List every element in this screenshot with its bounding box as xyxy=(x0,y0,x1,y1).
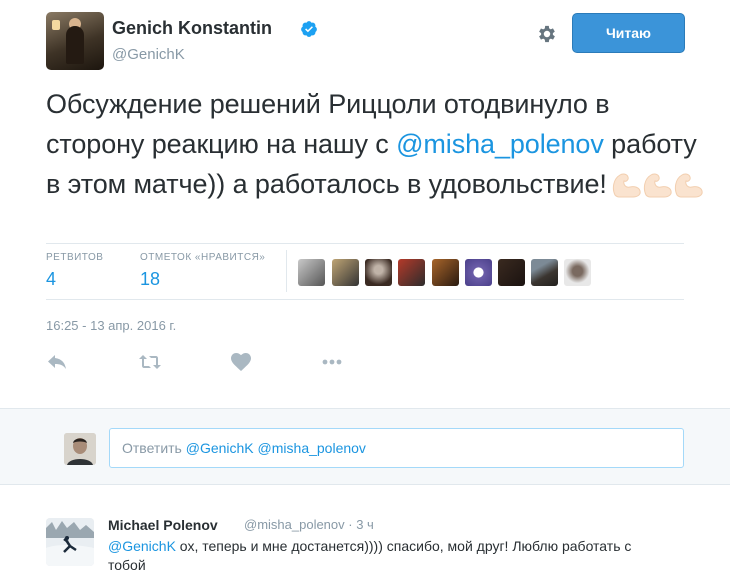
divider xyxy=(286,250,287,292)
flexed-biceps-icon xyxy=(611,170,704,210)
reply-text-mention[interactable]: @GenichK xyxy=(108,538,176,554)
likes-count[interactable]: 18 xyxy=(140,269,265,290)
retweets-stat[interactable]: РЕТВИТОВ 4 xyxy=(46,252,103,290)
follow-button[interactable]: Читаю xyxy=(572,13,685,53)
reply-author-handle[interactable]: @misha_polenov xyxy=(244,517,345,532)
liker-avatar[interactable] xyxy=(398,259,425,286)
reply-text-body: ох, теперь и мне достанется)))) спасибо,… xyxy=(108,538,632,573)
gear-icon[interactable] xyxy=(536,23,558,45)
reply-author-avatar[interactable] xyxy=(46,518,94,566)
tweet-mention-link[interactable]: @misha_polenov xyxy=(396,129,604,159)
reply-composer: Ответить @GenichK @misha_polenov xyxy=(0,408,730,485)
heart-icon[interactable] xyxy=(229,351,253,373)
divider xyxy=(46,243,684,244)
liker-avatar[interactable] xyxy=(465,259,492,286)
reply-input[interactable]: Ответить @GenichK @misha_polenov xyxy=(109,428,684,468)
reply-tweet[interactable]: Michael Polenov @misha_polenov · 3 ч @Ge… xyxy=(0,505,730,573)
tweet-timestamp[interactable]: 16:25 - 13 апр. 2016 г. xyxy=(46,318,176,333)
current-user-avatar xyxy=(64,433,96,465)
liker-avatar[interactable] xyxy=(365,259,392,286)
reply-mention: @GenichK xyxy=(185,440,254,456)
main-tweet: Genich Konstantin @GenichK Читаю Обсужде… xyxy=(0,0,730,408)
reply-time[interactable]: 3 ч xyxy=(356,517,374,532)
author-handle[interactable]: @GenichK xyxy=(112,46,185,63)
reply-text: @GenichK ох, теперь и мне достанется))))… xyxy=(108,537,668,575)
tweet-text: Обсуждение решений Риццоли отодвинуло в … xyxy=(46,84,706,210)
liker-avatar[interactable] xyxy=(332,259,359,286)
verified-badge-icon xyxy=(301,21,317,37)
reply-placeholder: Ответить xyxy=(122,440,182,456)
author-avatar[interactable] xyxy=(46,12,104,70)
reply-author-meta: @misha_polenov · 3 ч xyxy=(244,517,374,532)
reply-author-name[interactable]: Michael Polenov xyxy=(108,517,218,533)
likes-stat[interactable]: ОТМЕТОК «НРАВИТСЯ» 18 xyxy=(140,252,265,290)
retweets-label: РЕТВИТОВ xyxy=(46,252,104,263)
liker-avatar[interactable] xyxy=(564,259,591,286)
liker-avatar[interactable] xyxy=(432,259,459,286)
divider xyxy=(46,299,684,300)
reply-icon[interactable] xyxy=(46,351,70,373)
author-name[interactable]: Genich Konstantin xyxy=(112,18,272,39)
retweets-count[interactable]: 4 xyxy=(46,269,103,290)
more-icon[interactable] xyxy=(320,351,344,373)
retweet-icon[interactable] xyxy=(138,351,162,373)
liker-avatar[interactable] xyxy=(498,259,525,286)
reply-mention: @misha_polenov xyxy=(257,440,366,456)
liker-avatar[interactable] xyxy=(298,259,325,286)
liker-avatar[interactable] xyxy=(531,259,558,286)
likes-label: ОТМЕТОК «НРАВИТСЯ» xyxy=(140,252,266,263)
